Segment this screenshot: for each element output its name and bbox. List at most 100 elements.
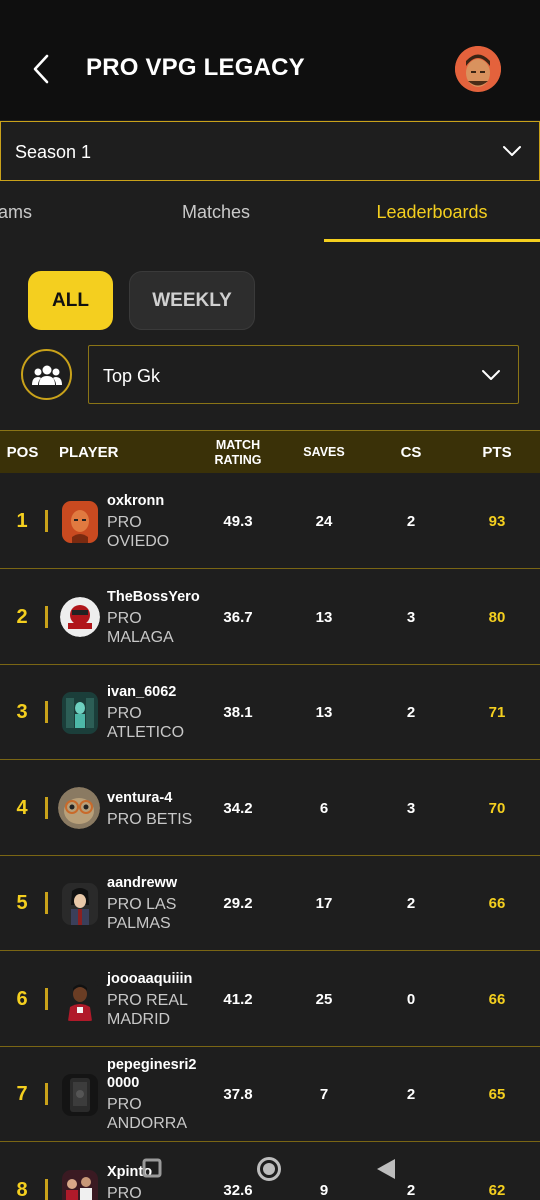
tab-leaderboards[interactable]: Leaderboards [324,182,540,242]
player-info: ivan_6062 PRO ATLETICO [107,665,202,760]
table-row[interactable]: 3 ivan_6062 PRO ATLETICO 38.1 13 2 71 [0,665,540,760]
player-info: joooaaquiiin PRO REAL MADRID [107,952,202,1047]
player-username: ivan_6062 [107,684,177,700]
player-team: PRO BETIS [107,810,193,828]
stat-category-dropdown[interactable]: Top Gk [88,345,519,404]
header-rating-line1: MATCH [215,437,261,452]
player-username: joooaaquiiin [107,971,193,987]
cell-saves: 24 [315,513,333,530]
row-separator [45,510,48,532]
header-cs: CS [400,444,422,461]
cell-clean-sheets: 3 [406,609,416,626]
cell-clean-sheets: 2 [406,895,416,912]
row-position: 6 [16,988,28,1010]
square-icon [142,1158,162,1178]
cell-clean-sheets: 2 [406,704,416,721]
cell-points: 70 [488,800,506,817]
player-username: TheBossYero [107,589,200,605]
chevron-down-icon [482,370,500,380]
cell-match-rating: 34.2 [223,800,253,817]
row-position: 7 [16,1083,28,1105]
table-row[interactable]: 5 aandreww PRO LAS PALMAS 29.2 17 2 66 [0,856,540,951]
cell-match-rating: 36.7 [223,609,253,626]
player-team: PRO MALAGA [107,610,174,646]
cell-points: 80 [488,609,506,626]
table-row[interactable]: 7 pepeginesri20000 PRO ANDORRA 37.8 7 2 … [0,1047,540,1142]
filter-weekly-button[interactable]: WEEKLY [129,271,255,330]
tab-bar: ams Matches Leaderboards [0,182,540,242]
cell-saves: 17 [315,895,333,912]
triangle-back-icon [377,1159,395,1179]
page-title: PRO VPG LEGACY [86,54,305,81]
cell-saves: 25 [315,991,333,1008]
tab-matches[interactable]: Matches [108,182,324,242]
player-avatar [62,1170,98,1200]
circle-icon [257,1157,281,1181]
row-position: 5 [16,892,28,914]
back-nav-button[interactable] [374,1156,398,1187]
active-tab-indicator [324,239,540,242]
leaderboard-header: POS PLAYER MATCH RATING SAVES CS PTS [0,430,540,473]
player-team: PRO [107,1185,142,1200]
row-position: 3 [16,701,28,723]
cell-match-rating: 49.3 [223,513,253,530]
cell-points: 62 [488,1182,506,1199]
table-row[interactable]: 6 joooaaquiiin PRO REAL MADRID 41.2 25 0… [0,952,540,1047]
header-match-rating: MATCH RATING [203,431,273,474]
cell-clean-sheets: 2 [406,513,416,530]
season-value: Season 1 [15,142,92,162]
player-team: PRO ATLETICO [107,705,185,741]
cell-clean-sheets: 2 [406,1086,416,1103]
player-username: pepeginesri20000 [107,1057,197,1091]
player-team: PRO REAL MADRID [107,992,188,1028]
group-button[interactable] [21,349,72,400]
player-avatar [62,883,98,925]
row-separator [45,701,48,723]
player-info: TheBossYero PRO MALAGA [107,570,202,665]
row-separator [45,1179,48,1200]
player-team: PRO OVIEDO [107,514,170,550]
player-avatar [58,787,100,829]
cell-points: 65 [488,1086,506,1103]
table-row[interactable]: 2 TheBossYero PRO MALAGA 36.7 13 3 80 [0,570,540,665]
cell-points: 66 [488,991,506,1008]
player-avatar [62,979,98,1021]
row-separator [45,606,48,628]
row-separator [45,1083,48,1105]
row-position: 1 [16,510,28,532]
player-avatar [60,597,100,637]
cell-match-rating: 37.8 [223,1086,253,1103]
player-team: PRO ANDORRA [107,1096,188,1132]
recent-apps-button[interactable] [142,1158,162,1183]
header-rating-line2: RATING [214,452,262,467]
cell-points: 93 [488,513,506,530]
header-pts: PTS [482,444,512,461]
row-position: 8 [16,1179,28,1200]
user-avatar[interactable] [455,46,501,92]
cell-match-rating: 41.2 [223,991,253,1008]
player-username: oxkronn [107,493,165,509]
player-info: oxkronn PRO OVIEDO [107,474,202,569]
filter-all-button[interactable]: ALL [28,271,113,330]
header-player: PLAYER [59,444,119,461]
player-info: pepeginesri20000 PRO ANDORRA [107,1047,202,1142]
home-button[interactable] [256,1156,282,1187]
users-group-icon [31,365,62,385]
table-row[interactable]: 1 oxkronn PRO OVIEDO 49.3 24 2 93 [0,474,540,569]
header-saves: SAVES [303,445,345,459]
player-team: PRO LAS PALMAS [107,896,177,932]
row-position: 4 [16,797,28,819]
cell-saves: 9 [319,1182,329,1199]
tab-teams[interactable]: ams [0,182,70,242]
cell-points: 71 [488,704,506,721]
chevron-left-icon [33,54,49,84]
cell-match-rating: 38.1 [223,704,253,721]
player-avatar [62,1074,98,1116]
season-dropdown[interactable]: Season 1 [0,121,540,181]
cell-points: 66 [488,895,506,912]
cell-saves: 6 [319,800,329,817]
cell-clean-sheets: 3 [406,800,416,817]
back-button[interactable] [28,50,56,88]
player-info: aandreww PRO LAS PALMAS [107,856,202,951]
table-row[interactable]: 4 ventura-4 PRO BETIS 34.2 6 3 70 [0,761,540,856]
